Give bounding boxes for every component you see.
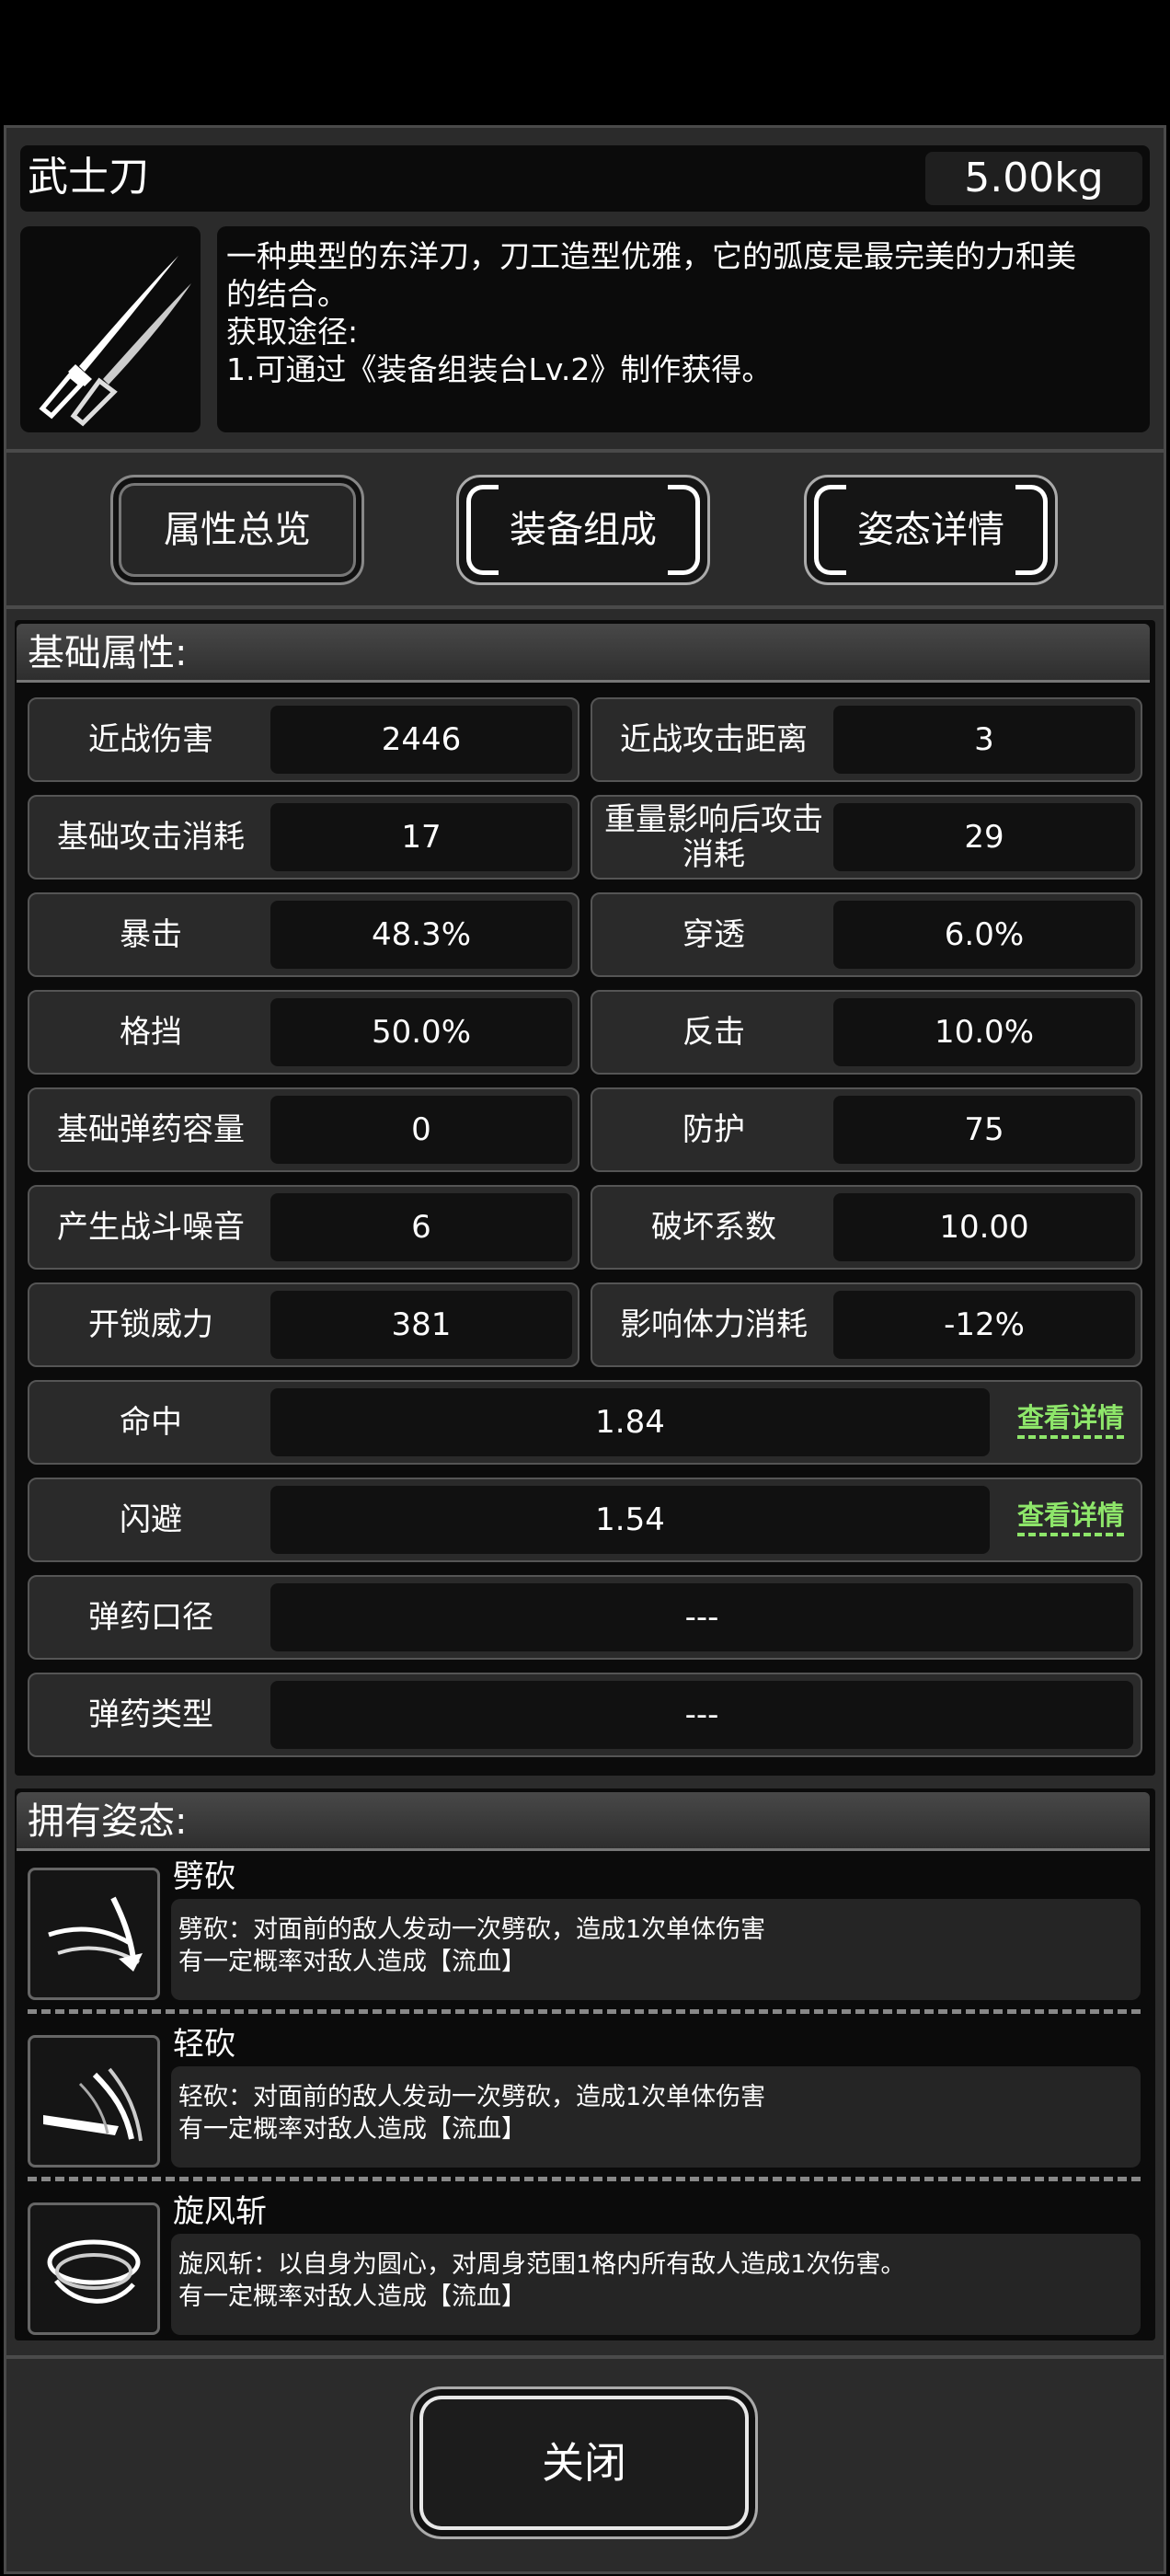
attribute-card: 产生战斗噪音 6 <box>28 1185 579 1270</box>
attribute-value: 29 <box>833 803 1135 871</box>
attribute-card: 反击 10.0% <box>591 990 1142 1075</box>
attribute-label: 影响体力消耗 <box>620 1306 808 1343</box>
stance-desc-line: 有一定概率对敌人造成【流血】 <box>178 2283 526 2311</box>
attribute-label: 穿透 <box>682 916 745 953</box>
stance-divider <box>28 2009 1141 2014</box>
attribute-value: 1.84 <box>270 1388 990 1456</box>
attribute-value: 48.3% <box>270 901 572 969</box>
item-description: 一种典型的东洋刀，刀工造型优雅，它的弧度是最完美的力和美 的结合。 获取途径: … <box>217 226 1150 432</box>
attribute-value: 10.0% <box>833 998 1135 1066</box>
attribute-value: 10.00 <box>833 1193 1135 1261</box>
attribute-value: 6.0% <box>833 901 1135 969</box>
attribute-label: 弹药类型 <box>88 1696 213 1733</box>
attribute-card: 重量影响后攻击消耗 29 <box>591 795 1142 880</box>
attribute-card-wide: 弹药口径 --- <box>28 1575 1142 1660</box>
view-details-link[interactable]: 查看详情 <box>1016 1498 1124 1536</box>
attribute-value: 1.54 <box>270 1486 990 1554</box>
attribute-label: 产生战斗噪音 <box>57 1209 245 1246</box>
attribute-label: 重量影响后攻击消耗 <box>604 801 823 873</box>
description-line: 的结合。 <box>226 276 348 312</box>
attribute-value: 17 <box>270 803 572 871</box>
attribute-label: 基础攻击消耗 <box>57 819 245 856</box>
view-details-link[interactable]: 查看详情 <box>1016 1400 1124 1439</box>
basic-attributes-title: 基础属性: <box>17 624 1150 683</box>
attribute-card: 防护 75 <box>591 1087 1142 1172</box>
stances-title: 拥有姿态: <box>17 1792 1150 1851</box>
attribute-value: 0 <box>270 1096 572 1164</box>
attribute-card: 穿透 6.0% <box>591 892 1142 977</box>
attribute-value: 6 <box>270 1193 572 1261</box>
katana-icon <box>39 256 191 427</box>
close-button[interactable]: 关闭 <box>410 2386 758 2539</box>
attribute-value: 381 <box>270 1291 572 1359</box>
attribute-label: 防护 <box>682 1111 745 1148</box>
attribute-label: 近战伤害 <box>88 721 213 758</box>
stance-name: 劈砍 <box>173 1858 235 1895</box>
description-line: 获取途径: <box>226 314 359 350</box>
attribute-value: --- <box>270 1681 1133 1749</box>
attribute-card: 基础攻击消耗 17 <box>28 795 579 880</box>
attribute-label: 格挡 <box>120 1014 182 1051</box>
stance-description: 轻砍：对面前的敌人发动一次劈砍，造成1次单体伤害 有一定概率对敌人造成【流血】 <box>171 2066 1141 2168</box>
description-line: 一种典型的东洋刀，刀工造型优雅，它的弧度是最完美的力和美 <box>226 238 1076 274</box>
attribute-card: 基础弹药容量 0 <box>28 1087 579 1172</box>
attribute-value: 2446 <box>270 706 572 774</box>
tab-equipment-composition[interactable]: 装备组成 <box>456 475 710 585</box>
divider <box>4 605 1166 609</box>
stance-name: 旋风斩 <box>173 2193 267 2230</box>
attribute-label: 反击 <box>682 1014 745 1051</box>
item-weight: 5.00kg <box>925 152 1142 205</box>
attribute-card: 暴击 48.3% <box>28 892 579 977</box>
attribute-label: 弹药口径 <box>88 1599 213 1636</box>
attribute-label: 开锁威力 <box>88 1306 213 1343</box>
attribute-card: 破坏系数 10.00 <box>591 1185 1142 1270</box>
attribute-card: 近战伤害 2446 <box>28 697 579 782</box>
stance-desc-line: 旋风斩：以自身为圆心，对周身范围1格内所有敌人造成1次伤害。 <box>178 2250 906 2279</box>
attribute-value: 75 <box>833 1096 1135 1164</box>
tab-stance-details[interactable]: 姿态详情 <box>804 475 1058 585</box>
attribute-label: 近战攻击距离 <box>620 721 808 758</box>
stance-desc-line: 有一定概率对敌人造成【流血】 <box>178 1948 526 1976</box>
attribute-card: 格挡 50.0% <box>28 990 579 1075</box>
whirlwind-icon <box>28 2202 160 2335</box>
attribute-value: --- <box>270 1583 1133 1651</box>
tab-attribute-overview[interactable]: 属性总览 <box>110 475 364 585</box>
attribute-card: 开锁威力 381 <box>28 1282 579 1367</box>
light-slash-icon <box>28 2035 160 2168</box>
attribute-card-wide: 闪避 1.54 查看详情 <box>28 1478 1142 1562</box>
attribute-label: 暴击 <box>120 916 182 953</box>
attribute-value: 50.0% <box>270 998 572 1066</box>
attribute-card: 影响体力消耗 -12% <box>591 1282 1142 1367</box>
stance-description: 劈砍：对面前的敌人发动一次劈砍，造成1次单体伤害 有一定概率对敌人造成【流血】 <box>171 1899 1141 2000</box>
stance-desc-line: 轻砍：对面前的敌人发动一次劈砍，造成1次单体伤害 <box>178 2083 766 2111</box>
attribute-card: 近战攻击距离 3 <box>591 697 1142 782</box>
attribute-card-wide: 弹药类型 --- <box>28 1673 1142 1757</box>
attribute-label: 基础弹药容量 <box>57 1111 245 1148</box>
stance-divider <box>28 2177 1141 2181</box>
attribute-label: 命中 <box>120 1404 182 1441</box>
attribute-label: 闪避 <box>120 1501 182 1538</box>
stance-description: 旋风斩：以自身为圆心，对周身范围1格内所有敌人造成1次伤害。 有一定概率对敌人造… <box>171 2234 1141 2335</box>
item-icon-box <box>20 226 201 432</box>
description-line: 1.可通过《装备组装台Lv.2》制作获得。 <box>226 351 773 387</box>
attribute-card-wide: 命中 1.84 查看详情 <box>28 1380 1142 1465</box>
slash-icon <box>28 1868 160 2000</box>
divider <box>4 2355 1166 2359</box>
attribute-value: 3 <box>833 706 1135 774</box>
attribute-value: -12% <box>833 1291 1135 1359</box>
item-name: 武士刀 <box>28 154 149 201</box>
stance-desc-line: 有一定概率对敌人造成【流血】 <box>178 2115 526 2144</box>
attribute-label: 破坏系数 <box>651 1209 776 1246</box>
divider <box>4 449 1166 453</box>
stance-desc-line: 劈砍：对面前的敌人发动一次劈砍，造成1次单体伤害 <box>178 1915 766 1944</box>
stance-name: 轻砍 <box>173 2026 235 2063</box>
